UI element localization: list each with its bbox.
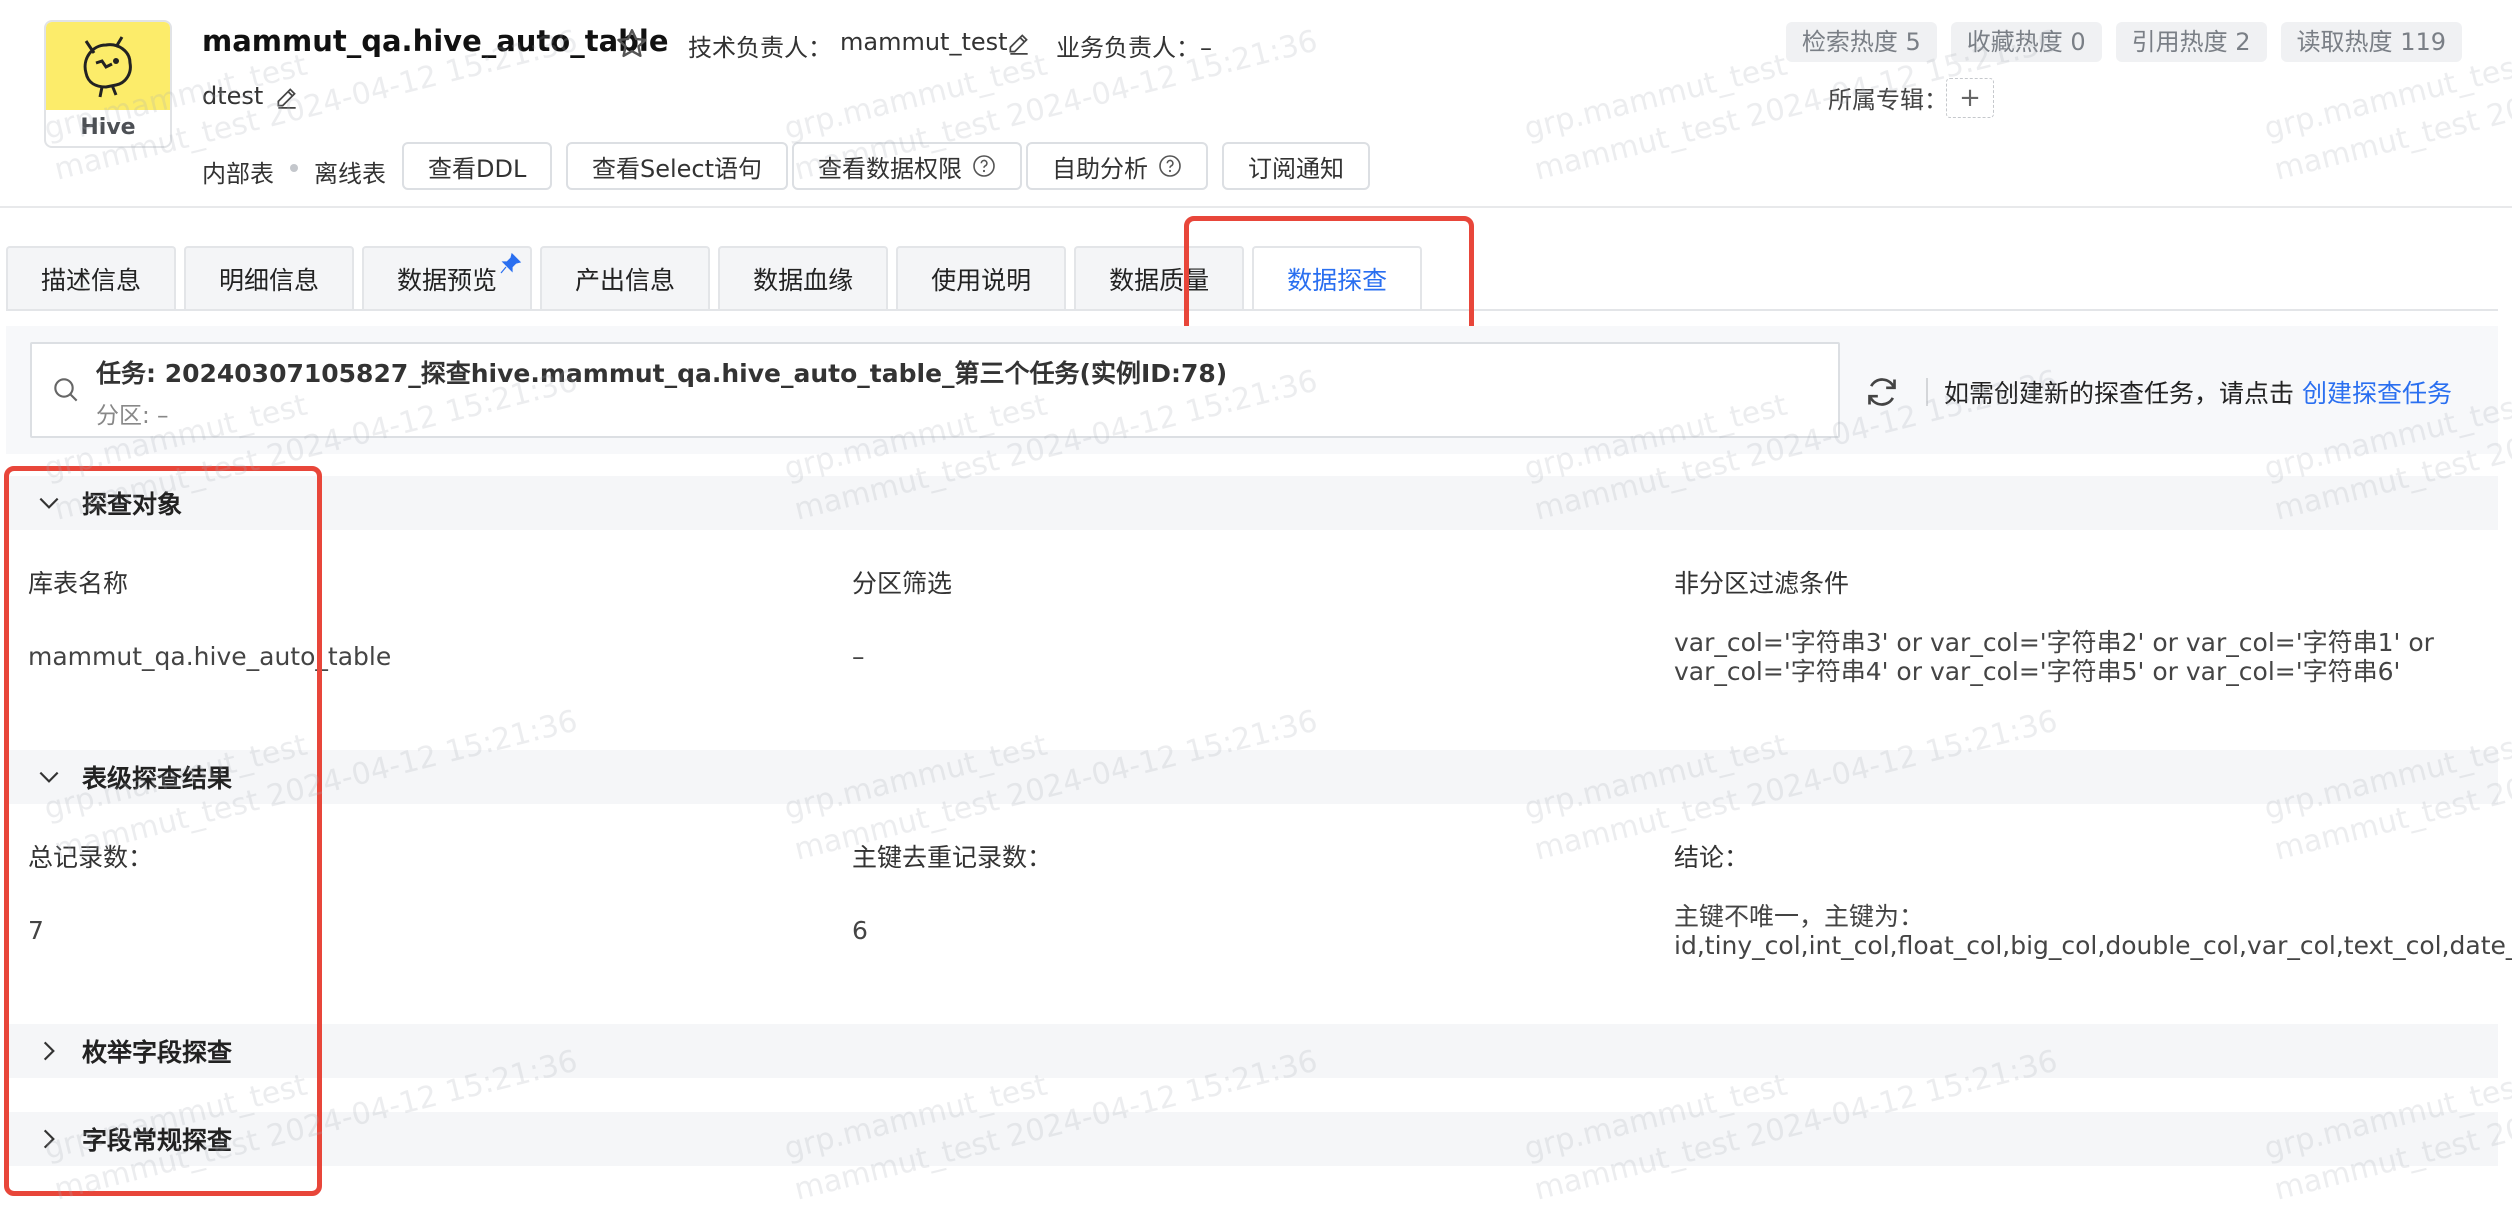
watermark-user: grp.mammut_test [780, 47, 1051, 147]
task-selector[interactable]: 任务: 20240307105827_探查hive.mammut_qa.hive… [30, 342, 1840, 438]
section-regular-header[interactable]: 字段常规探查 [6, 1112, 2498, 1166]
read-heat-badge: 读取热度 119 [2280, 22, 2462, 62]
section-table-result-header[interactable]: 表级探查结果 [6, 750, 2498, 804]
hive-bee-icon [46, 22, 170, 110]
header-divider [0, 206, 2512, 208]
edit-owner-icon[interactable] [1006, 30, 1032, 56]
tab-usage[interactable]: 使用说明 [896, 246, 1067, 310]
tab-details[interactable]: 明细信息 [184, 246, 355, 310]
view-permission-button[interactable]: 查看数据权限 [792, 142, 1022, 190]
tag-separator [290, 164, 298, 172]
distinct-pk-records-label: 主键去重记录数： [852, 843, 1053, 872]
distinct-pk-records-value: 6 [852, 916, 868, 945]
tech-owner-value: mammut_test [840, 28, 1008, 56]
heat-stats: 检索热度 5 收藏热度 0 引用热度 2 读取热度 119 [1785, 22, 2462, 62]
tag-offline-table: 离线表 [314, 160, 386, 188]
create-task-hint: 如需创建新的探查任务，请点击 创建探查任务 [1944, 374, 2452, 410]
watermark-user: grp.mammut_test [780, 727, 1051, 827]
star-icon[interactable] [614, 26, 650, 62]
search-heat-badge: 检索热度 5 [1785, 22, 1937, 62]
self-analysis-button[interactable]: 自助分析 [1026, 142, 1208, 190]
conclusion-label: 结论： [1674, 843, 1750, 872]
table-title: mammut_qa.hive_auto_table [202, 24, 669, 58]
search-icon [54, 378, 78, 402]
subscribe-button[interactable]: 订阅通知 [1222, 142, 1370, 190]
task-title: 任务: 20240307105827_探查hive.mammut_qa.hive… [96, 359, 1228, 388]
view-ddl-label: 查看DDL [428, 154, 527, 183]
refresh-icon[interactable] [1862, 372, 1902, 412]
section-enum-header[interactable]: 枚举字段探查 [6, 1024, 2498, 1078]
tab-description[interactable]: 描述信息 [6, 246, 177, 310]
partition-filter-label: 分区筛选 [852, 569, 953, 598]
tab-output[interactable]: 产出信息 [540, 246, 711, 310]
task-partition: 分区: – [96, 403, 169, 429]
pin-icon [500, 252, 522, 274]
help-icon[interactable] [1158, 154, 1182, 178]
non-partition-filter-label: 非分区过滤条件 [1674, 569, 1850, 598]
create-task-link[interactable]: 创建探查任务 [2302, 379, 2452, 408]
self-analysis-label: 自助分析 [1052, 154, 1148, 183]
partition-filter-value: – [852, 642, 865, 671]
database-name: dtest [202, 82, 264, 110]
help-icon[interactable] [972, 154, 996, 178]
edit-database-icon[interactable] [274, 84, 300, 110]
tab-preview[interactable]: 数据预览 [362, 246, 533, 310]
favorite-heat-badge: 收藏热度 0 [1950, 22, 2102, 62]
hive-logo: Hive [44, 20, 172, 148]
tab-lineage[interactable]: 数据血缘 [718, 246, 889, 310]
topic-label: 所属专辑： [1828, 86, 1948, 114]
view-permission-label: 查看数据权限 [818, 154, 962, 183]
section-object-header[interactable]: 探查对象 [6, 476, 2498, 530]
non-partition-filter-value: var_col='字符串3' or var_col='字符串2' or var_… [1674, 628, 2434, 686]
tab-highlight-box [1184, 216, 1474, 336]
biz-owner: 业务负责人：– [1056, 34, 1212, 62]
subscribe-label: 订阅通知 [1248, 154, 1344, 183]
view-select-label: 查看Select语句 [592, 154, 763, 183]
reference-heat-badge: 引用热度 2 [2115, 22, 2267, 62]
conclusion-value: 主键不唯一，主键为：id,tiny_col,int_col,float_col,… [1674, 902, 2512, 960]
create-task-hint-text: 如需创建新的探查任务，请点击 [1944, 379, 2295, 408]
view-ddl-button[interactable]: 查看DDL [402, 142, 553, 190]
tag-internal-table: 内部表 [202, 160, 274, 188]
hive-logo-label: Hive [80, 115, 136, 140]
hint-divider [1926, 378, 1928, 406]
add-topic-button[interactable]: + [1946, 78, 1994, 118]
sections-highlight-box [4, 466, 322, 1196]
tech-owner-label: 技术负责人： [688, 34, 832, 62]
tab-preview-label: 数据预览 [397, 266, 498, 295]
view-select-button[interactable]: 查看Select语句 [566, 142, 789, 190]
